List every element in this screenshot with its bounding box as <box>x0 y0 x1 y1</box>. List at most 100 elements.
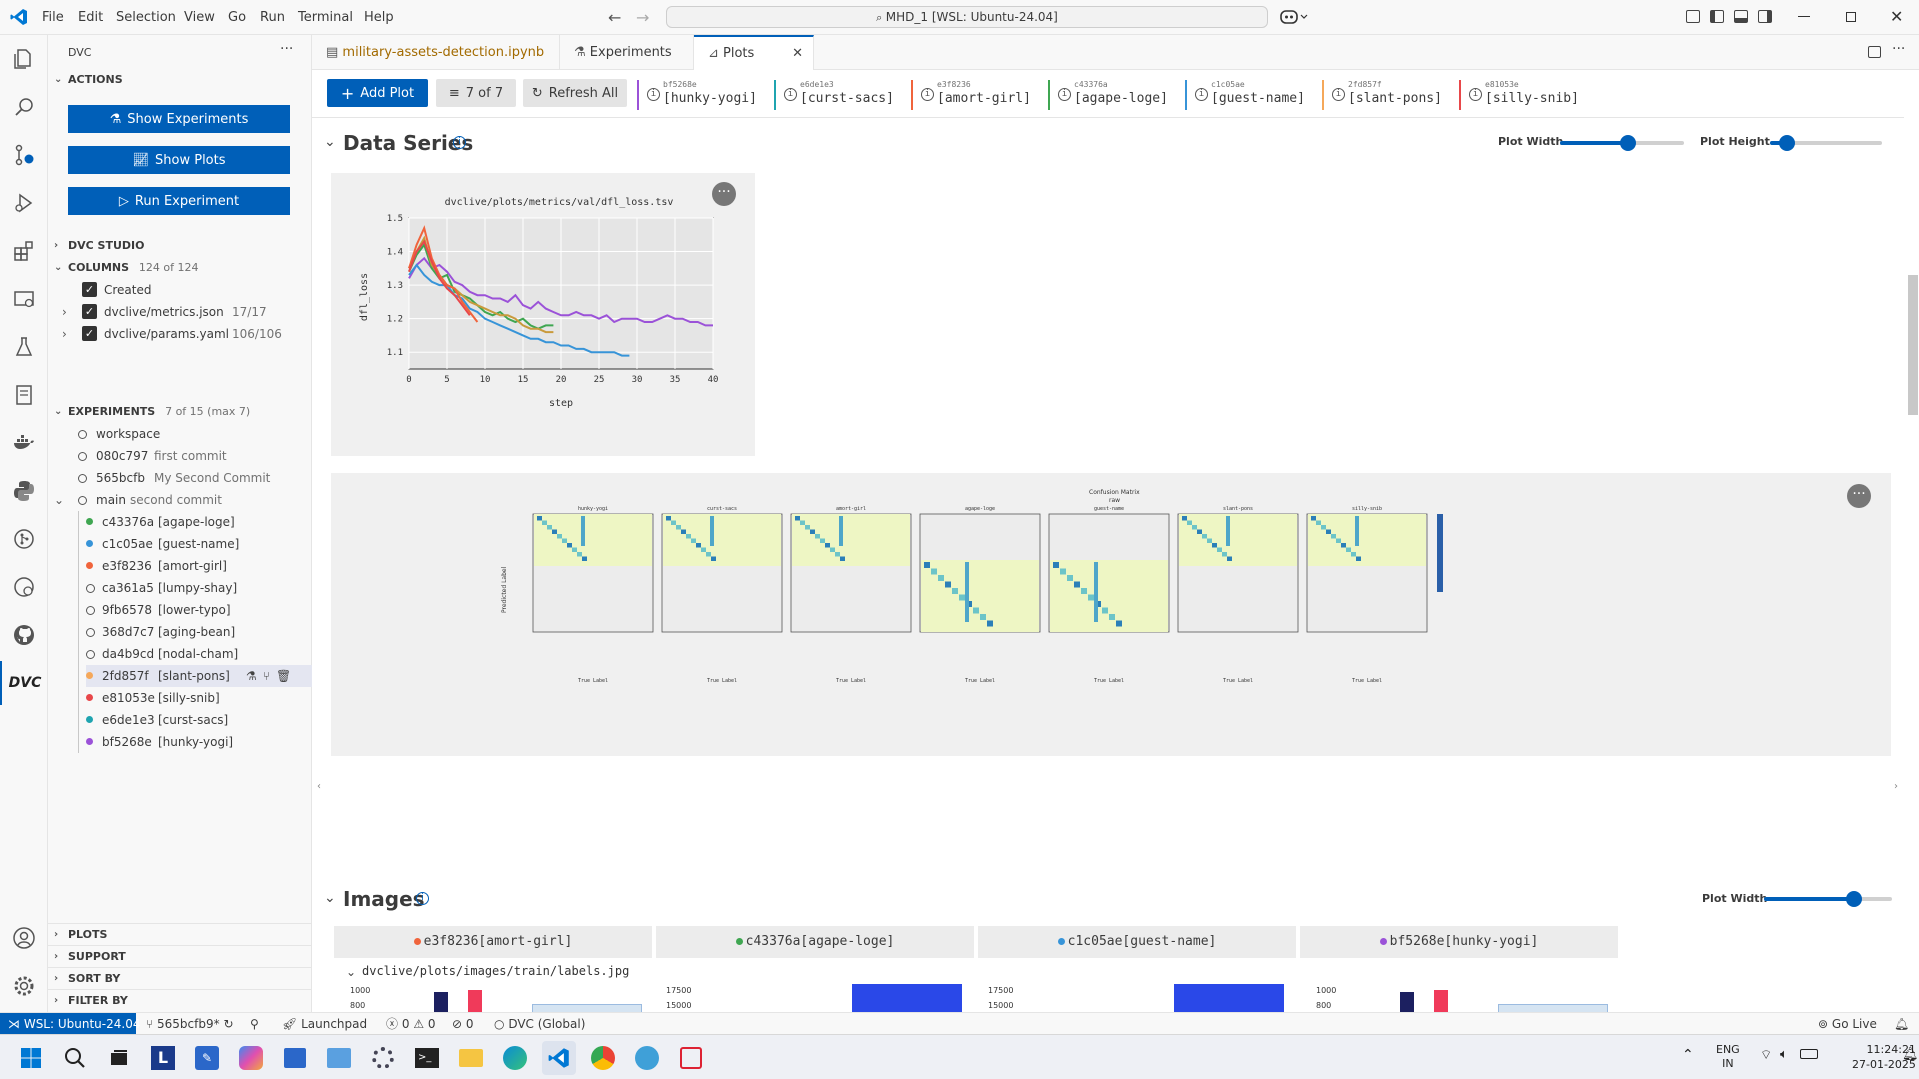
experiment-color-dot[interactable] <box>86 518 93 525</box>
slider-knob[interactable] <box>1620 135 1637 151</box>
taskbar-search-icon[interactable] <box>58 1041 92 1075</box>
checkbox-checked-icon[interactable]: ✓ <box>82 282 97 297</box>
tab-plots[interactable]: ⊿ Plots ✕ <box>694 35 814 70</box>
python-icon[interactable] <box>0 469 48 513</box>
section-sort-by[interactable]: › SORT BY <box>48 967 312 989</box>
images-plot-width-slider[interactable] <box>1764 891 1892 907</box>
menu-help[interactable]: Help <box>364 0 394 35</box>
remote-indicator[interactable]: ⋊ WSL: Ubuntu-24.04 <box>0 1013 140 1035</box>
plot-height-slider[interactable] <box>1770 135 1882 151</box>
github-icon[interactable] <box>0 613 48 657</box>
file-explorer-icon[interactable] <box>454 1041 488 1075</box>
experiment-row[interactable]: e3f8236 [amort-girl] <box>86 555 312 577</box>
column-row-metrics[interactable]: › ✓ dvclive/metrics.json 17/17 <box>62 301 310 323</box>
experiment-row[interactable]: ⌄ main second commit <box>54 489 312 511</box>
experiment-row[interactable]: 2fd857f [slant-pons] ⚗⑂🗑︎ <box>86 665 312 687</box>
windows-start-icon[interactable] <box>14 1041 48 1075</box>
filter-experiments-button[interactable]: ≡ 7 of 7 <box>436 79 516 107</box>
ribbon-experiment-chip[interactable]: i bf5268e [hunky-yogi] <box>637 80 769 110</box>
menu-edit[interactable]: Edit <box>78 0 103 35</box>
ribbon-experiment-chip[interactable]: i e3f8236 [amort-girl] <box>911 80 1043 110</box>
battery-icon[interactable] <box>1800 1049 1818 1059</box>
split-editor-icon[interactable] <box>1868 46 1881 58</box>
copilot-app-icon[interactable] <box>234 1041 268 1075</box>
vertical-scrollbar[interactable] <box>1908 275 1918 415</box>
experiment-row[interactable]: e81053e [silly-snib] <box>86 687 312 709</box>
slider-knob[interactable] <box>1778 135 1795 151</box>
experiment-ring-icon[interactable] <box>86 650 95 659</box>
flask-icon[interactable]: ⚗ <box>246 669 263 683</box>
experiment-ring-icon[interactable] <box>78 474 87 483</box>
experiment-row[interactable]: c43376a [agape-loge] <box>86 511 312 533</box>
docker-icon[interactable] <box>0 421 48 465</box>
experiment-color-dot[interactable] <box>86 694 93 701</box>
volume-icon[interactable]: 🔈︎ <box>1780 1047 1788 1062</box>
checkbox-checked-icon[interactable]: ✓ <box>82 304 97 319</box>
section-columns[interactable]: ⌄ COLUMNS 124 of 124 <box>48 257 312 279</box>
checkbox-checked-icon[interactable]: ✓ <box>82 326 97 341</box>
toggle-panel-icon[interactable] <box>1734 10 1748 23</box>
experiment-row[interactable]: bf5268e [hunky-yogi] <box>86 731 312 753</box>
experiment-ring-icon[interactable] <box>78 452 87 461</box>
data-series-chevron-icon[interactable]: ⌄ <box>324 134 336 150</box>
accounts-icon[interactable] <box>0 916 48 960</box>
task-view-icon[interactable] <box>102 1041 136 1075</box>
ports-indicator[interactable]: ⊘ 0 <box>452 1013 474 1035</box>
show-experiments-button[interactable]: ⚗ Show Experiments <box>68 105 290 133</box>
experiment-color-dot[interactable] <box>86 562 93 569</box>
tab-notebook[interactable]: ▤ military-assets-detection.ipynb M <box>312 35 560 95</box>
experiment-color-dot[interactable] <box>86 716 93 723</box>
section-experiments[interactable]: ⌄ EXPERIMENTS 7 of 15 (max 7) <box>48 401 312 423</box>
store-icon[interactable] <box>278 1041 312 1075</box>
customize-layout-icon[interactable] <box>1686 10 1700 23</box>
experiment-row[interactable]: workspace <box>68 423 312 445</box>
notebook-icon[interactable] <box>0 373 48 417</box>
experiment-color-dot[interactable] <box>86 738 93 745</box>
back-arrow-icon[interactable]: ← <box>608 8 621 27</box>
launchpad-indicator[interactable]: 🚀︎ Launchpad <box>282 1013 367 1035</box>
toggle-primary-sidebar-icon[interactable] <box>1710 10 1724 23</box>
experiment-ring-icon[interactable] <box>86 628 95 637</box>
chevron-down-icon[interactable]: ⌄ <box>54 489 64 511</box>
ribbon-experiment-chip[interactable]: i e81053e [silly-snib] <box>1459 80 1591 110</box>
experiment-color-dot[interactable] <box>86 672 93 679</box>
menu-terminal[interactable]: Terminal <box>298 0 353 35</box>
images-chevron-icon[interactable]: ⌄ <box>324 890 336 906</box>
experiment-row[interactable]: 565bcfb My Second Commit <box>68 467 312 489</box>
wifi-icon[interactable]: ⌔ <box>1760 1047 1772 1063</box>
refresh-all-button[interactable]: ↻ Refresh All <box>523 79 627 107</box>
copilot-icon[interactable] <box>1280 9 1308 25</box>
git-graph-icon[interactable] <box>0 517 48 561</box>
experiment-row[interactable]: 368d7c7 [aging-bean] <box>86 621 312 643</box>
ribbon-experiment-chip[interactable]: i c1c05ae [guest-name] <box>1185 80 1317 110</box>
photos-icon[interactable] <box>322 1041 356 1075</box>
toggle-secondary-sidebar-icon[interactable] <box>1758 10 1772 23</box>
editor-more-icon[interactable]: ··· <box>1892 41 1905 57</box>
chevron-up-icon[interactable]: ⌃ <box>1682 1047 1694 1063</box>
problems-indicator[interactable]: ⓧ 0 ⚠ 0 <box>386 1013 436 1035</box>
tab-experiments[interactable]: ⚗ Experiments <box>560 35 694 70</box>
experiment-color-dot[interactable] <box>86 540 93 547</box>
run-experiment-button[interactable]: ▷ Run Experiment <box>68 187 290 215</box>
scroll-right-icon[interactable]: › <box>1894 781 1898 792</box>
app-l-icon[interactable]: L <box>146 1041 180 1075</box>
section-plots[interactable]: › PLOTS <box>48 923 312 945</box>
sync-icon[interactable]: ↻ <box>223 1017 233 1031</box>
branch-indicator[interactable]: ⑂ 565bcfb9* ↻ <box>146 1013 234 1035</box>
experiment-ring-icon[interactable] <box>78 430 87 439</box>
scroll-left-icon[interactable]: ‹ <box>317 781 321 792</box>
source-control-icon[interactable] <box>0 133 48 177</box>
notification-center-icon[interactable]: 🔔︎ <box>1902 1047 1919 1062</box>
section-actions[interactable]: ⌄ ACTIONS <box>48 69 312 91</box>
trash-icon[interactable]: 🗑︎ <box>276 669 297 683</box>
menu-selection[interactable]: Selection <box>116 0 176 35</box>
close-tab-icon[interactable]: ✕ <box>792 37 803 70</box>
experiment-row[interactable]: da4b9cd [nodal-cham] <box>86 643 312 665</box>
edge-icon[interactable] <box>498 1041 532 1075</box>
branch-icon[interactable]: ⑂ <box>263 669 276 683</box>
menu-file[interactable]: File <box>42 0 64 35</box>
ribbon-experiment-chip[interactable]: i e6de1e3 [curst-sacs] <box>774 80 906 110</box>
ribbon-experiment-chip[interactable]: i 2fd857f [slant-pons] <box>1322 80 1454 110</box>
forward-arrow-icon[interactable]: → <box>636 8 649 27</box>
add-plot-button[interactable]: + Add Plot <box>327 79 428 107</box>
